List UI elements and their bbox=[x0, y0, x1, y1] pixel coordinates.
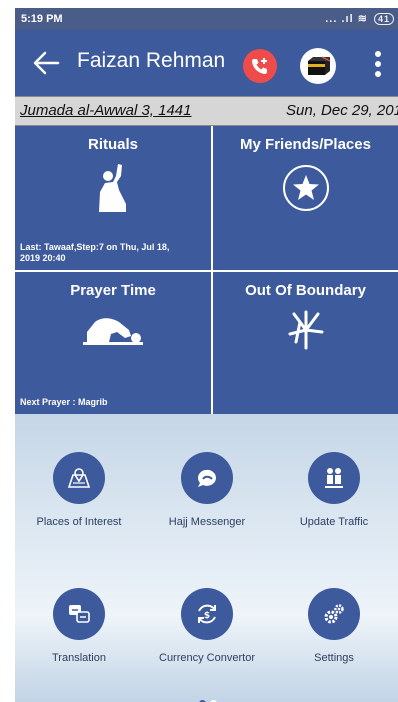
menu-label: Settings bbox=[314, 652, 354, 664]
tile-footer: Last: Tawaaf,Step:7 on Thu, Jul 18, 2019… bbox=[20, 242, 170, 263]
tile-title: Rituals bbox=[87, 136, 138, 153]
currency-convertor-button[interactable]: $ Currency Convertor bbox=[143, 588, 271, 664]
status-time: 5:19 PM bbox=[21, 13, 63, 25]
prostration-icon bbox=[83, 318, 143, 345]
dashboard-grid: Rituals Last: Tawaaf,Step:7 on Thu, Jul … bbox=[15, 126, 398, 414]
gregorian-date: Sun, Dec 29, 2019 bbox=[286, 102, 398, 119]
translate-icon bbox=[69, 605, 90, 623]
boundary-icon bbox=[288, 310, 323, 350]
status-icons: ... .ıl ≋ 41 bbox=[325, 12, 394, 25]
map-icon bbox=[67, 468, 91, 488]
currency-icon: $ bbox=[198, 604, 216, 624]
wifi-icon: ≋ bbox=[357, 13, 368, 25]
feature-menu: Places of Interest Hajj Messenger Update… bbox=[15, 414, 398, 702]
menu-label: Places of Interest bbox=[36, 516, 122, 528]
screen: 5:19 PM ... .ıl ≋ 41 Faizan Rehman Jumad… bbox=[15, 8, 398, 702]
tile-title: Out Of Boundary bbox=[245, 282, 366, 299]
menu-label: Hajj Messenger bbox=[168, 516, 246, 528]
out-of-boundary-tile[interactable]: Out Of Boundary bbox=[213, 272, 398, 414]
update-traffic-button[interactable]: Update Traffic bbox=[270, 452, 398, 528]
status-bar: 5:19 PM ... .ıl ≋ 41 bbox=[15, 8, 398, 30]
menu-label: Update Traffic bbox=[299, 516, 369, 528]
divider bbox=[15, 270, 398, 272]
app-bar: Faizan Rehman bbox=[15, 30, 398, 96]
kaaba-icon bbox=[308, 56, 331, 75]
prayer-time-tile[interactable]: Prayer Time Next Prayer : Magrib bbox=[15, 272, 211, 414]
tile-title: Prayer Time bbox=[70, 282, 156, 299]
tile-footer: Next Prayer : Magrib bbox=[20, 397, 108, 407]
star-icon bbox=[282, 165, 329, 211]
svg-text:$: $ bbox=[204, 611, 210, 621]
page-title: Faizan Rehman bbox=[77, 49, 226, 72]
qibla-button[interactable] bbox=[300, 48, 336, 84]
chat-icon bbox=[197, 469, 216, 487]
hijri-date: Jumada al-Awwal 3, 1441 bbox=[20, 102, 192, 119]
battery-icon: 41 bbox=[373, 13, 394, 25]
rituals-tile[interactable]: Rituals Last: Tawaaf,Step:7 on Thu, Jul … bbox=[15, 126, 211, 270]
crowd-icon bbox=[325, 468, 343, 488]
menu-label: Translation bbox=[51, 652, 106, 664]
settings-button[interactable]: Settings bbox=[270, 588, 398, 664]
hajj-messenger-button[interactable]: Hajj Messenger bbox=[143, 452, 271, 528]
tile-title: My Friends/Places bbox=[240, 136, 371, 153]
signal-icon: ... .ıl bbox=[325, 13, 354, 25]
more-vert-icon[interactable] bbox=[373, 49, 383, 79]
emergency-call-button[interactable] bbox=[243, 49, 277, 83]
friends-places-tile[interactable]: My Friends/Places bbox=[213, 126, 398, 270]
praying-person-icon bbox=[99, 164, 126, 212]
date-bar: Jumada al-Awwal 3, 1441 Sun, Dec 29, 201… bbox=[15, 96, 398, 126]
menu-label: Currency Convertor bbox=[159, 652, 255, 664]
gears-icon bbox=[324, 604, 344, 624]
translation-button[interactable]: Translation bbox=[15, 588, 143, 664]
phone-plus-icon bbox=[252, 58, 267, 74]
page-indicator bbox=[197, 694, 219, 702]
back-arrow-icon[interactable] bbox=[31, 48, 61, 78]
places-of-interest-button[interactable]: Places of Interest bbox=[15, 452, 143, 528]
